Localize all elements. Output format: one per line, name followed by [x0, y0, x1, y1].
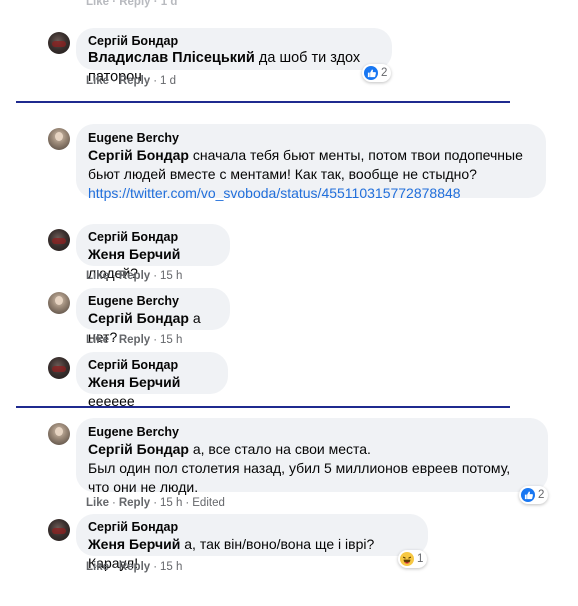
comment-link[interactable]: https://twitter.com/vo_svoboda/status/45… — [88, 184, 534, 203]
timestamp[interactable]: 15 h — [160, 334, 182, 346]
reply-link[interactable]: Reply — [119, 270, 150, 282]
like-link[interactable]: Like — [86, 497, 109, 509]
comment-bubble: Сергій Бондар Женя Берчий людей? — [76, 224, 230, 281]
laughing-face-icon — [400, 552, 414, 566]
timestamp[interactable]: 15 h — [160, 270, 182, 282]
reply-link[interactable]: Reply — [119, 561, 150, 573]
thumbs-up-icon — [364, 66, 378, 80]
like-link[interactable]: Like — [86, 561, 109, 573]
avatar[interactable] — [48, 32, 70, 54]
comment-actions: Like · Reply · 15 h — [86, 561, 183, 573]
reaction-badge[interactable]: 2 — [519, 486, 549, 504]
reaction-count: 2 — [381, 67, 388, 79]
comment-author[interactable]: Сергій Бондар — [88, 357, 216, 373]
avatar[interactable] — [48, 229, 70, 251]
avatar[interactable] — [48, 128, 70, 150]
comment-actions: Like · Reply · 15 h — [86, 270, 183, 282]
comment-author[interactable]: Сергій Бондар — [88, 519, 416, 535]
timestamp[interactable]: 15 h — [160, 497, 182, 509]
mention[interactable]: Сергій Бондар — [88, 441, 189, 457]
comment-author[interactable]: Сергій Бондар — [88, 229, 218, 245]
mention[interactable]: Женя Берчий — [88, 246, 180, 262]
avatar[interactable] — [48, 357, 70, 379]
faded-actions: Like · Reply · 1 d — [86, 0, 178, 8]
reply-link[interactable]: Reply — [119, 497, 150, 509]
comment-text-2: Был один пол столетия назад, убил 5 милл… — [88, 460, 511, 495]
divider-line — [16, 406, 510, 408]
reaction-count: 2 — [538, 489, 545, 501]
comment-bubble: Eugene Berchy Сергій Бондар сначала тебя… — [76, 124, 546, 201]
avatar[interactable] — [48, 292, 70, 314]
comment-bubble: Сергій Бондар Женя Берчий а, так він/вон… — [76, 514, 428, 571]
comment-actions: Like · Reply · 15 h · Edited — [86, 497, 225, 509]
like-link[interactable]: Like — [86, 75, 109, 87]
reply-link[interactable]: Reply — [119, 75, 150, 87]
comment-bubble: Сергій Бондар Женя Берчий ееееее — [76, 352, 228, 409]
avatar[interactable] — [48, 423, 70, 445]
comment-author[interactable]: Eugene Berchy — [88, 424, 536, 440]
reaction-badge[interactable]: 1 — [398, 550, 428, 568]
like-link[interactable]: Like — [86, 270, 109, 282]
comment-text: Сергій Бондар а, все стало на свои места… — [88, 440, 536, 459]
mention[interactable]: Женя Берчий — [88, 374, 180, 390]
mention[interactable]: Сергій Бондар — [88, 147, 189, 163]
edited-label[interactable]: Edited — [192, 497, 225, 509]
comment-actions: Like · Reply · 1 d — [86, 75, 177, 87]
comment-body: а, все стало на свои места. — [188, 441, 371, 457]
reply-link[interactable]: Reply — [119, 334, 150, 346]
comment-text: Сергій Бондар сначала тебя бьют менты, п… — [88, 146, 534, 184]
reaction-badge[interactable]: 2 — [362, 64, 392, 82]
timestamp[interactable]: 15 h — [160, 561, 182, 573]
comment-author[interactable]: Сергій Бондар — [88, 33, 380, 49]
divider-line — [16, 101, 510, 103]
timestamp[interactable]: 1 d — [160, 75, 176, 87]
comment-bubble: Eugene Berchy Сергій Бондар а нет? — [76, 288, 230, 345]
reaction-count: 1 — [417, 553, 424, 565]
mention[interactable]: Владислав Плісецький — [88, 50, 255, 66]
comment-bubble: Сергій Бондар Владислав Плісецький да шо… — [76, 28, 392, 85]
comment-bubble: Eugene Berchy Сергій Бондар а, все стало… — [76, 418, 548, 495]
mention[interactable]: Женя Берчий — [88, 536, 180, 552]
avatar[interactable] — [48, 519, 70, 541]
comment-author[interactable]: Eugene Berchy — [88, 130, 534, 146]
like-link[interactable]: Like — [86, 334, 109, 346]
comment-author[interactable]: Eugene Berchy — [88, 293, 218, 309]
mention[interactable]: Сергій Бондар — [88, 310, 189, 326]
comment-actions: Like · Reply · 15 h — [86, 334, 183, 346]
thumbs-up-icon — [521, 488, 535, 502]
